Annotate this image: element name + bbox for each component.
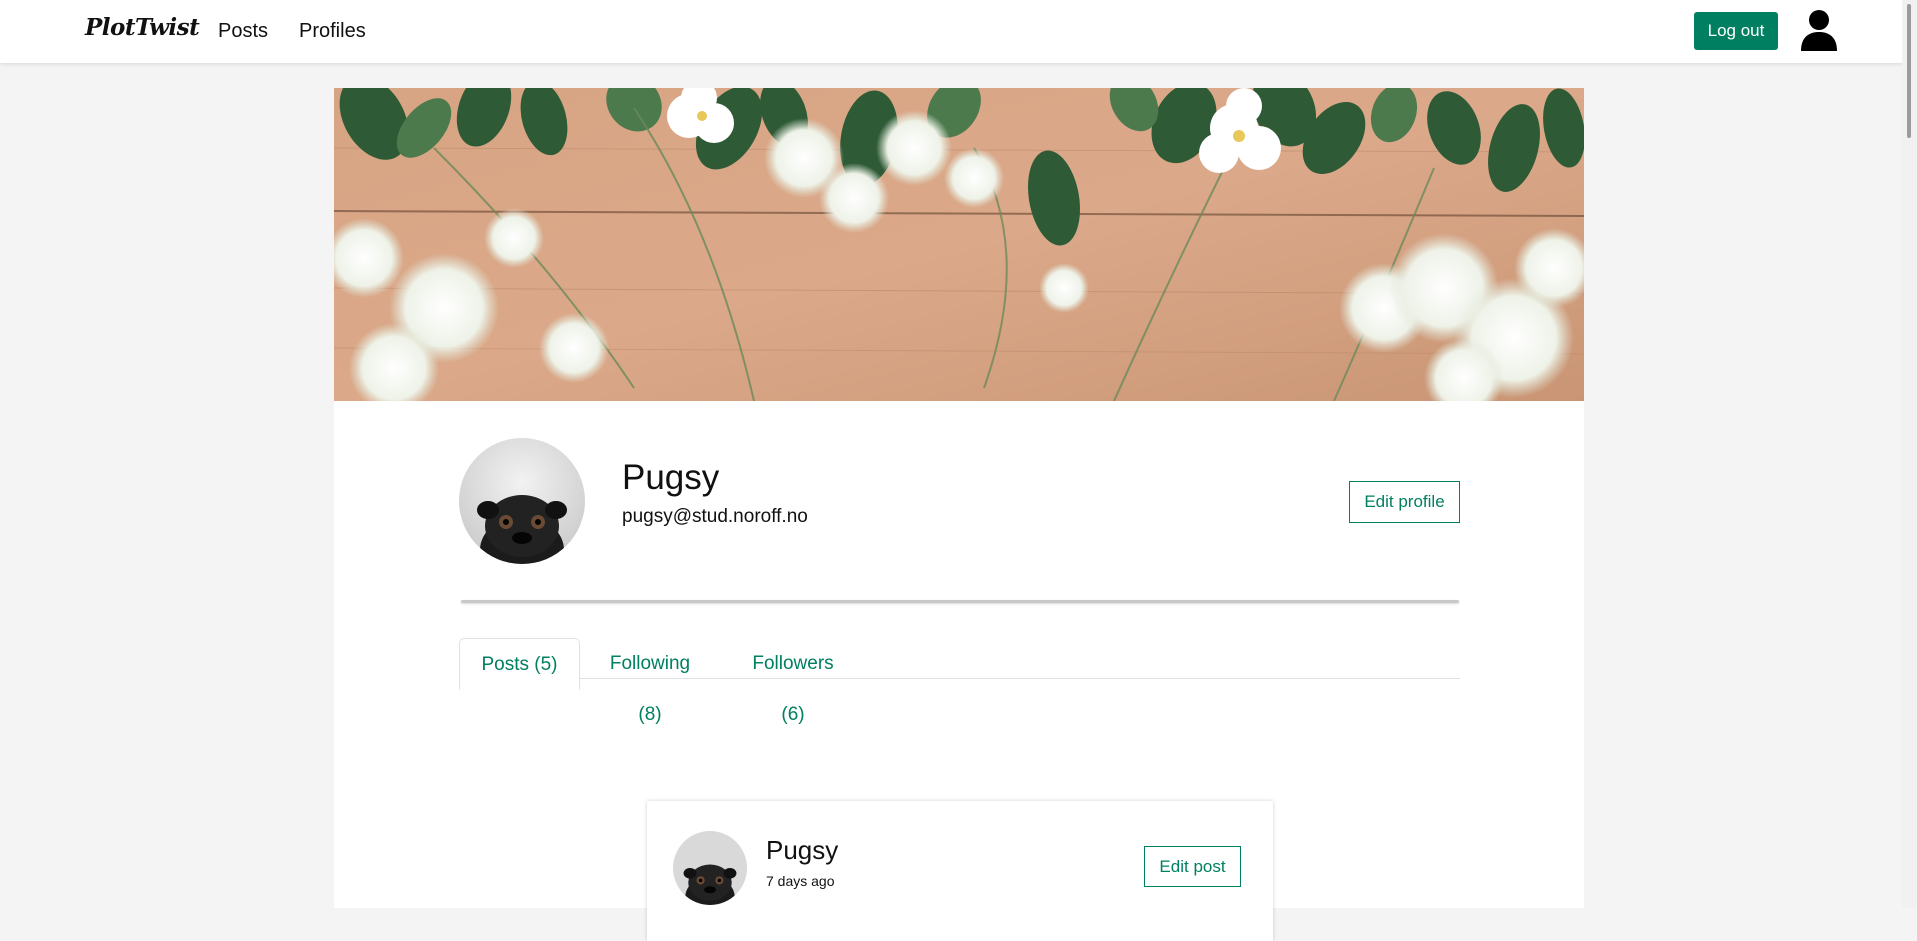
tab-followers[interactable]: Followers (6) [720,638,866,725]
tab-posts[interactable]: Posts (5) [459,638,580,690]
profile-tabs: Posts (5) Following (8) Followers (6) [459,638,1460,725]
profile-name: Pugsy [622,458,720,497]
tab-following[interactable]: Following (8) [580,638,720,725]
top-navbar: PlotTwist Posts Profiles Log out [0,0,1917,63]
profile-avatar [459,438,585,564]
profile-page: Pugsy pugsy@stud.noroff.no Edit profile … [334,88,1584,941]
profile-banner-image [334,88,1584,401]
post-author-avatar[interactable] [673,831,747,905]
user-icon[interactable] [1800,9,1838,51]
post-card: Pugsy 7 days ago Edit post [647,801,1273,941]
post-author-name[interactable]: Pugsy [766,835,838,866]
profile-email: pugsy@stud.noroff.no [622,506,808,527]
nav-link-profiles[interactable]: Profiles [299,20,366,43]
post-timestamp: 7 days ago [766,873,835,889]
edit-post-button[interactable]: Edit post [1144,846,1241,887]
scrollbar-thumb[interactable] [1907,4,1911,138]
edit-profile-button[interactable]: Edit profile [1349,481,1460,523]
logout-button[interactable]: Log out [1694,12,1778,50]
brand-logo[interactable]: PlotTwist [85,14,200,41]
page-scrollbar[interactable] [1902,0,1917,908]
profile-divider [461,600,1459,603]
nav-link-posts[interactable]: Posts [218,20,268,43]
